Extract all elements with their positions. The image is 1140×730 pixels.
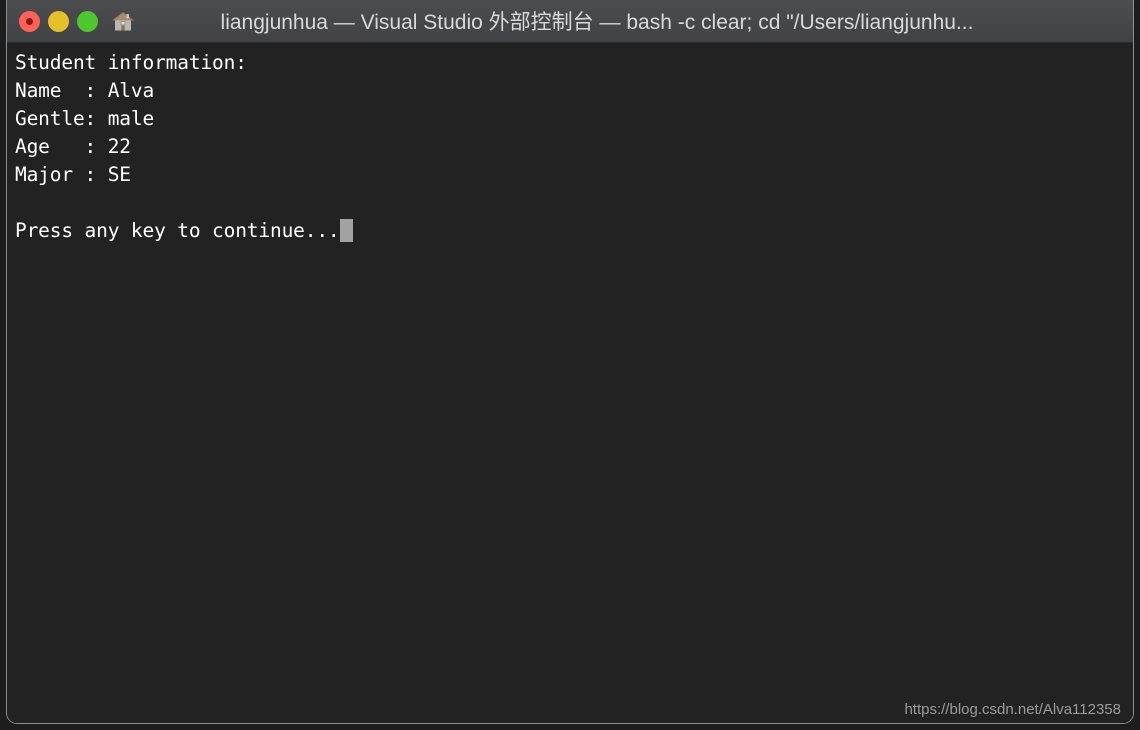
terminal-prompt-line: Press any key to continue... [15,217,1133,245]
terminal-prompt-text: Press any key to continue... [15,219,340,242]
terminal-line: Age : 22 [15,135,131,158]
minimize-button-icon[interactable] [48,10,69,32]
maximize-button-icon[interactable] [77,10,98,32]
terminal-line: Student information: [15,51,247,74]
terminal-line: Name : Alva [15,79,155,102]
window-title: liangjunhua — Visual Studio 外部控制台 — bash… [220,11,974,34]
close-button-icon[interactable] [19,10,40,32]
window-titlebar[interactable]: liangjunhua — Visual Studio 外部控制台 — bash… [7,0,1133,43]
screen: liangjunhua — Visual Studio 外部控制台 — bash… [0,0,1140,730]
terminal-output-area[interactable]: Student information: Name : Alva Gentle:… [7,43,1133,723]
watermark-text: https://blog.csdn.net/Alva112358 [904,701,1121,718]
terminal-window: liangjunhua — Visual Studio 外部控制台 — bash… [6,0,1134,724]
terminal-line: Gentle: male [15,107,155,130]
window-controls [19,10,98,32]
terminal-line: Major : SE [15,163,131,186]
terminal-cursor [339,219,353,242]
house-icon [111,9,135,33]
